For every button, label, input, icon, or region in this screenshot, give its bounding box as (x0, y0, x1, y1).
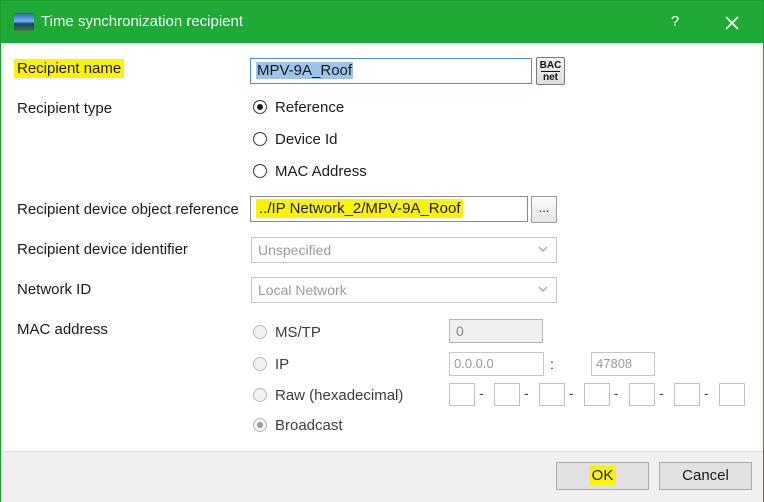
radio-ip[interactable] (253, 357, 267, 371)
radio-broadcast[interactable] (253, 418, 267, 432)
radio-mstp[interactable] (253, 325, 267, 339)
radio-mac-address-label[interactable]: MAC Address (275, 163, 367, 180)
mac-address-label: MAC address (17, 321, 108, 338)
raw-byte-1-input[interactable] (449, 383, 475, 406)
bacnet-top-text: BAC (539, 60, 562, 71)
radio-raw-label[interactable]: Raw (hexadecimal) (275, 387, 403, 404)
raw-byte-4-input[interactable] (584, 383, 610, 406)
radio-reference-label[interactable]: Reference (275, 99, 344, 116)
radio-mac-address[interactable] (253, 164, 267, 178)
app-icon (14, 13, 34, 31)
raw-byte-6-input[interactable] (674, 383, 700, 406)
raw-byte-3-input[interactable] (539, 383, 565, 406)
radio-reference[interactable] (253, 100, 267, 114)
recipient-name-value: MPV-9A_Roof (256, 62, 354, 79)
radio-broadcast-label[interactable]: Broadcast (275, 417, 343, 434)
raw-separator: - (704, 385, 709, 401)
bacnet-bottom-text: net (541, 71, 560, 83)
chevron-down-icon (538, 286, 548, 292)
raw-byte-7-input[interactable] (719, 383, 745, 406)
radio-raw[interactable] (253, 388, 267, 402)
close-icon[interactable] (719, 10, 745, 36)
raw-byte-2-input[interactable] (494, 383, 520, 406)
raw-separator: - (479, 385, 484, 401)
button-bar: OK Cancel (1, 451, 763, 502)
recipient-name-label: Recipient name (14, 59, 125, 78)
recipient-type-label: Recipient type (17, 100, 113, 117)
radio-mstp-label[interactable]: MS/TP (275, 324, 321, 341)
ip-port-input[interactable]: 47808 (591, 352, 655, 376)
network-id-value: Local Network (258, 282, 347, 298)
radio-device-id[interactable] (253, 132, 267, 146)
recipient-name-label-text: Recipient name (14, 59, 125, 78)
bacnet-button[interactable]: BAC net (536, 57, 565, 85)
raw-separator: - (659, 385, 664, 401)
network-id-label: Network ID (17, 281, 92, 298)
radio-ip-label[interactable]: IP (275, 356, 289, 373)
device-identifier-value: Unspecified (258, 242, 332, 258)
device-object-reference-input[interactable]: ../IP Network_2/MPV-9A_Roof (250, 196, 528, 222)
browse-button[interactable]: ... (531, 196, 557, 223)
raw-separator: - (614, 385, 619, 401)
dialog-window: Time synchronization recipient ? Recipie… (0, 0, 764, 502)
raw-byte-5-input[interactable] (629, 383, 655, 406)
ok-button-label: OK (588, 466, 617, 485)
chevron-down-icon (538, 246, 548, 252)
device-object-reference-label: Recipient device object reference (17, 201, 239, 218)
device-identifier-label: Recipient device identifier (17, 241, 188, 258)
ip-port-separator: : (550, 356, 554, 372)
raw-separator: - (569, 385, 574, 401)
raw-separator: - (524, 385, 529, 401)
help-button[interactable]: ? (663, 10, 687, 34)
title-bar[interactable]: Time synchronization recipient ? (1, 1, 763, 43)
mstp-address-input[interactable]: 0 (449, 319, 543, 343)
device-identifier-select[interactable]: Unspecified (251, 237, 557, 263)
network-id-select[interactable]: Local Network (251, 277, 557, 303)
ip-address-input[interactable]: 0.0.0.0 (449, 352, 544, 376)
dialog-title: Time synchronization recipient (41, 13, 244, 30)
recipient-name-input[interactable]: MPV-9A_Roof (250, 58, 532, 84)
ok-button[interactable]: OK (556, 462, 649, 490)
device-object-reference-value: ../IP Network_2/MPV-9A_Roof (256, 199, 464, 218)
radio-device-id-label[interactable]: Device Id (275, 131, 338, 148)
cancel-button[interactable]: Cancel (659, 462, 752, 490)
